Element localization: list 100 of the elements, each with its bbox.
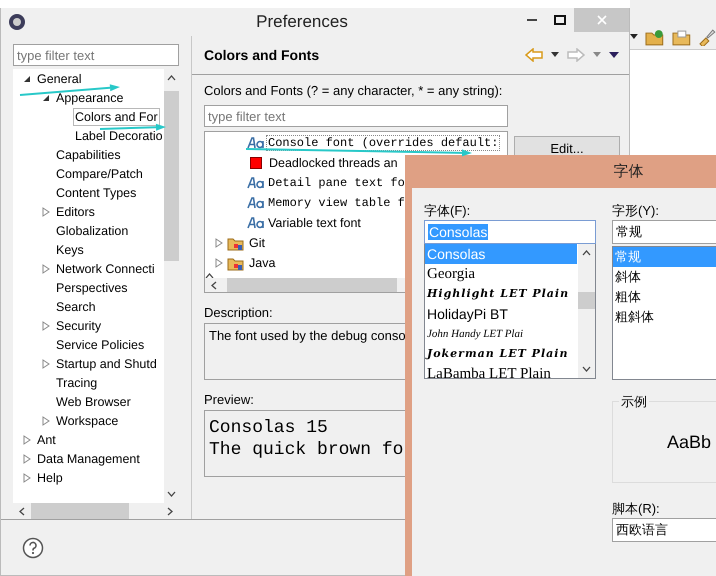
collapsed-icon[interactable] — [42, 416, 50, 426]
scroll-up-icon[interactable] — [582, 250, 591, 256]
tree-item[interactable]: Search — [54, 298, 98, 316]
scrollbar-thumb[interactable] — [578, 292, 595, 309]
description-label: Description: — [204, 304, 273, 322]
tree-item[interactable]: Capabilities — [54, 146, 123, 164]
tree-item[interactable]: Editors — [54, 202, 97, 220]
list-item[interactable]: Georgia — [425, 264, 577, 284]
tree-item[interactable]: Help — [35, 468, 65, 486]
dropdown-icon[interactable] — [630, 34, 638, 40]
list-item[interactable]: 斜体 — [613, 267, 716, 287]
collapsed-icon[interactable] — [42, 358, 50, 368]
script-dropdown[interactable]: 西欧语言 — [612, 518, 716, 542]
preview-text: The quick brown fo — [209, 439, 404, 461]
font-label: 字体(F): — [424, 202, 472, 220]
tree-item[interactable]: Console font (overrides default: — [267, 136, 500, 150]
collapsed-icon[interactable] — [23, 434, 31, 444]
scroll-left-icon[interactable] — [211, 280, 217, 290]
scroll-up-icon[interactable] — [205, 273, 214, 279]
collapsed-icon[interactable] — [42, 206, 50, 216]
tree-item[interactable]: Content Types — [54, 184, 138, 202]
collapsed-icon[interactable] — [23, 472, 31, 482]
window-title: 字体 — [612, 162, 644, 182]
tree-item[interactable]: Perspectives — [54, 278, 130, 296]
tree-item[interactable]: Keys — [54, 240, 86, 258]
tree-item[interactable]: Data Management — [35, 450, 142, 468]
collapsed-icon[interactable] — [215, 258, 223, 268]
list-item[interactable]: John Handy LET Plai — [425, 324, 577, 344]
description-text: The font used by the debug conso — [209, 328, 406, 343]
tree-item[interactable]: Workspace — [54, 412, 120, 430]
scroll-right-icon[interactable] — [167, 506, 173, 516]
scroll-down-icon[interactable] — [167, 491, 176, 497]
script-label: 脚本(R): — [612, 500, 661, 518]
collapsed-icon[interactable] — [42, 320, 50, 330]
folder-icon[interactable] — [672, 28, 692, 46]
folder-icon[interactable] — [644, 28, 665, 46]
expanded-icon[interactable] — [42, 94, 50, 102]
help-icon[interactable] — [22, 536, 44, 558]
filter-field[interactable]: type filter text — [204, 105, 508, 127]
scrollbar[interactable] — [578, 244, 595, 378]
scrollbar-thumb[interactable] — [31, 503, 129, 519]
tree-item[interactable]: Security — [54, 316, 104, 334]
group-label: 示例 — [619, 393, 649, 411]
tree-item[interactable]: Deadlocked threads an — [268, 156, 399, 170]
collapsed-icon[interactable] — [23, 454, 31, 464]
minimize-icon — [527, 19, 537, 21]
sample-text: AaBb — [667, 432, 712, 452]
forward-icon[interactable] — [567, 48, 585, 62]
tree-item[interactable]: Java — [248, 256, 276, 270]
list-item[interactable]: HolidayPi BT — [425, 304, 577, 324]
collapsed-icon[interactable] — [42, 264, 50, 274]
list-item[interactable]: LaBamba LET Plain — [425, 364, 577, 378]
tree-item[interactable]: Detail pane text fo — [267, 176, 406, 190]
tree-item[interactable]: Appearance — [54, 88, 126, 106]
font-icon — [247, 197, 267, 209]
tree-item[interactable]: Service Policies — [54, 336, 146, 354]
preview-label: Preview: — [204, 391, 254, 409]
tree-item[interactable]: Web Browser — [54, 392, 133, 410]
scroll-left-icon[interactable] — [19, 506, 25, 516]
field-value: 常规 — [616, 223, 642, 241]
font-style-field[interactable]: 常规 — [612, 220, 716, 244]
tree-item[interactable]: Compare/Patch — [54, 164, 145, 182]
font-icon — [247, 177, 267, 189]
back-icon[interactable] — [525, 48, 543, 62]
maximize-icon — [554, 15, 566, 25]
scrollbar-thumb[interactable] — [227, 278, 397, 292]
view-menu-icon[interactable] — [609, 52, 619, 58]
hint-label: Colors and Fonts (? = any character, * = any string): — [204, 82, 502, 100]
brush-icon[interactable] — [698, 28, 716, 46]
dropdown-icon[interactable] — [551, 52, 559, 58]
filter-field[interactable]: type filter text — [13, 44, 179, 66]
scroll-down-icon[interactable] — [582, 366, 591, 372]
close-icon — [596, 15, 606, 25]
field-value: 西欧语言 — [616, 521, 668, 539]
scrollbar-thumb[interactable] — [164, 91, 179, 261]
tree-item[interactable]: Globalization — [54, 222, 130, 240]
expanded-icon[interactable] — [23, 74, 31, 82]
tree-item[interactable]: Ant — [35, 430, 58, 448]
tree-item[interactable]: General — [35, 70, 84, 88]
list-item[interactable]: Jokerman LET Plain — [425, 344, 577, 364]
tree-item[interactable]: Network Connecti — [54, 260, 157, 278]
field-value: Consolas — [428, 224, 488, 240]
annotation-arrow — [100, 124, 166, 131]
folder-icon — [227, 236, 244, 250]
tree-item[interactable]: Startup and Shutd — [54, 354, 159, 372]
list-item[interactable]: Highlight LET Plain — [425, 284, 577, 304]
font-icon — [247, 137, 267, 149]
list-item[interactable]: 粗斜体 — [613, 307, 716, 327]
scroll-up-icon[interactable] — [167, 75, 176, 81]
list-item[interactable]: 粗体 — [613, 287, 716, 307]
tree-item[interactable]: Variable text font — [267, 216, 362, 230]
page-title: Colors and Fonts — [204, 47, 320, 63]
tree-item[interactable]: Tracing — [54, 374, 100, 392]
tree-item[interactable]: Colors and For — [73, 108, 160, 126]
tree-item[interactable]: Memory view table f — [267, 196, 406, 210]
tree-item[interactable]: Label Decoratio — [73, 126, 164, 144]
font-icon — [247, 217, 267, 229]
collapsed-icon[interactable] — [215, 238, 223, 248]
tree-item[interactable]: Git — [248, 236, 266, 250]
window-title: Preferences — [255, 12, 349, 32]
